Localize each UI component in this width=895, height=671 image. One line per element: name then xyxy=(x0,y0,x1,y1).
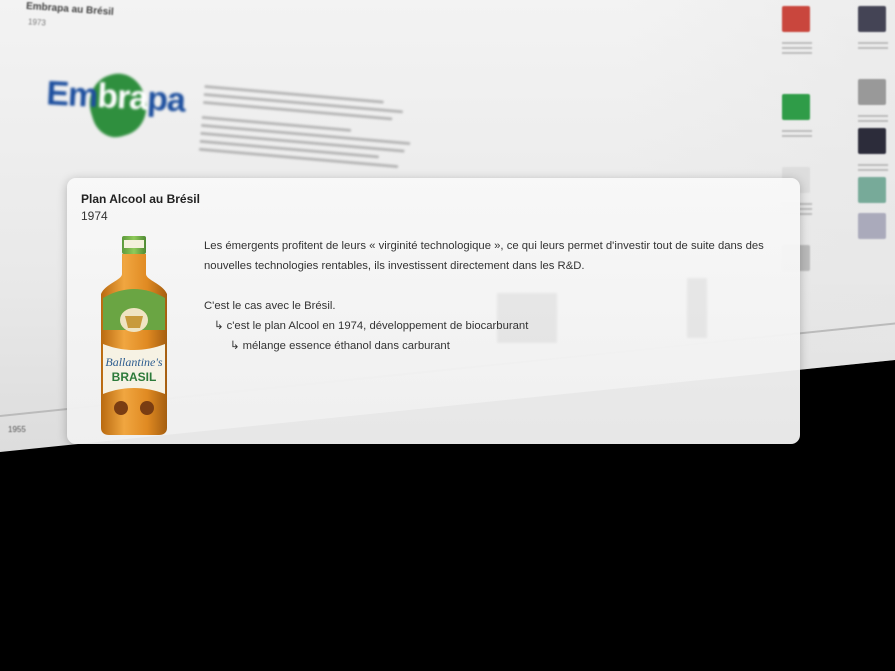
popup-paragraph-1: Les émergents profitent de leurs « virgi… xyxy=(204,240,764,272)
background-right-column-2 xyxy=(858,0,894,380)
svg-text:Ballantine's: Ballantine's xyxy=(105,355,163,369)
popup-year: 1974 xyxy=(81,209,108,223)
popup-bullet-1: ↳ c'est le plan Alcool en 1974, développ… xyxy=(214,320,529,332)
event-popup-card[interactable]: Plan Alcool au Brésil 1974 Ballantine's … xyxy=(67,178,800,444)
svg-text:BRASIL: BRASIL xyxy=(112,370,157,384)
popup-title: Plan Alcool au Brésil xyxy=(81,192,200,206)
popup-paragraph-2: C'est le cas avec le Brésil. xyxy=(204,300,336,312)
popup-description: Les émergents profitent de leurs « virgi… xyxy=(204,236,784,356)
axis-year-label: 1955 xyxy=(8,425,26,434)
ballantines-brasil-bottle-image: Ballantine's BRASIL xyxy=(101,236,167,435)
popup-bullet-2: ↳ mélange essence éthanol dans carburant xyxy=(230,340,450,352)
